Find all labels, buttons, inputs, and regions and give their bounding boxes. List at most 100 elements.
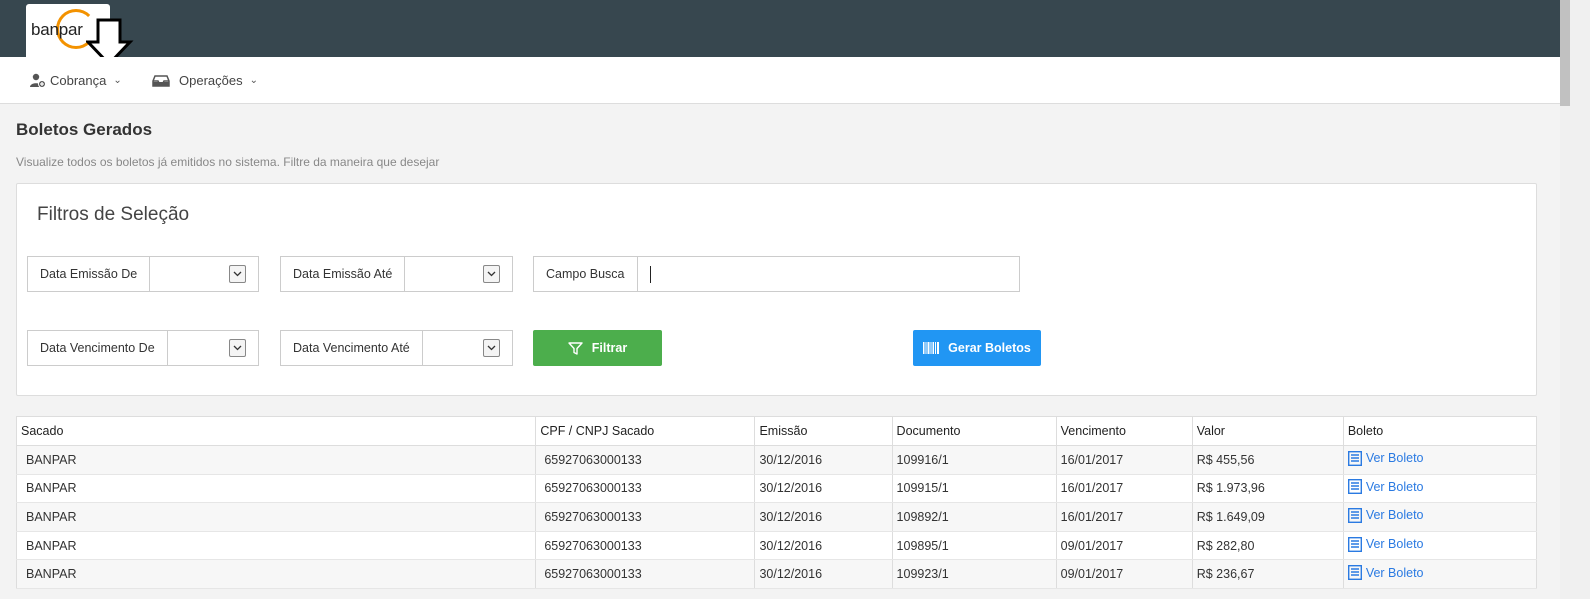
ver-boleto-label: Ver Boleto <box>1365 508 1424 523</box>
ver-boleto-link[interactable]: Ver Boleto <box>1347 565 1424 581</box>
table-row: BANPAR 65927063000133 30/12/2016 109892/… <box>16 502 1538 532</box>
chevron-down-icon[interactable] <box>483 339 500 357</box>
cpf-cell: 65927063000133 <box>535 474 756 504</box>
text-caret <box>649 266 651 283</box>
valor-cell: R$ 1.649,09 <box>1192 502 1344 532</box>
tray-icon <box>152 75 170 87</box>
emissao-cell: 30/12/2016 <box>754 445 893 475</box>
vencimento-cell: 16/01/2017 <box>1056 502 1193 532</box>
chevron-down-icon: ⌄ <box>249 75 258 86</box>
nav-item-label: Operações <box>179 73 243 88</box>
sacado-cell: BANPAR <box>16 531 537 561</box>
valor-cell: R$ 455,56 <box>1192 445 1344 475</box>
vencimento-ate-label: Data Vencimento Até <box>281 331 423 365</box>
campo-busca-label: Campo Busca <box>534 257 638 291</box>
document-icon <box>1347 565 1362 581</box>
chevron-down-icon[interactable] <box>483 265 500 283</box>
emissao-de-filter: Data Emissão De <box>27 256 259 292</box>
emissao-cell: 30/12/2016 <box>754 474 893 504</box>
document-icon <box>1347 450 1362 466</box>
gerar-boletos-label: Gerar Boletos <box>948 341 1031 355</box>
gerar-boletos-button[interactable]: Gerar Boletos <box>913 330 1041 366</box>
ver-boleto-label: Ver Boleto <box>1365 479 1424 494</box>
logo-text: banpar <box>31 20 83 39</box>
barcode-icon <box>923 342 940 354</box>
vencimento-ate-filter: Data Vencimento Até <box>280 330 513 366</box>
col-header-vencimento[interactable]: Vencimento <box>1056 416 1193 446</box>
chevron-down-icon[interactable] <box>229 265 246 283</box>
vencimento-ate-select[interactable] <box>423 331 512 365</box>
vencimento-de-label: Data Vencimento De <box>28 331 168 365</box>
cpf-cell: 65927063000133 <box>535 531 756 561</box>
col-header-emissao[interactable]: Emissão <box>754 416 893 446</box>
chevron-down-icon: ⌄ <box>113 75 122 86</box>
cpf-cell: 65927063000133 <box>535 502 756 532</box>
boleto-cell: Ver Boleto <box>1343 502 1538 532</box>
documento-cell: 109895/1 <box>892 531 1057 561</box>
table-row: BANPAR 65927063000133 30/12/2016 109915/… <box>16 474 1538 504</box>
sacado-cell: BANPAR <box>16 559 537 589</box>
ver-boleto-label: Ver Boleto <box>1365 565 1424 580</box>
top-bar <box>0 0 1560 57</box>
table-row: BANPAR 65927063000133 30/12/2016 109923/… <box>16 559 1538 589</box>
ver-boleto-label: Ver Boleto <box>1365 451 1424 466</box>
vencimento-cell: 16/01/2017 <box>1056 445 1193 475</box>
filters-title: Filtros de Seleção <box>37 204 190 225</box>
filtrar-button[interactable]: Filtrar <box>533 330 662 366</box>
sacado-cell: BANPAR <box>16 474 537 504</box>
vencimento-de-select[interactable] <box>168 331 258 365</box>
emissao-ate-label: Data Emissão Até <box>281 257 406 291</box>
ver-boleto-label: Ver Boleto <box>1365 537 1424 552</box>
sacado-cell: BANPAR <box>16 445 537 475</box>
nav-item-cobranca[interactable]: Cobrança ⌄ <box>30 73 122 88</box>
user-add-icon <box>30 73 46 88</box>
nav-item-label: Cobrança <box>50 73 107 88</box>
documento-cell: 109915/1 <box>892 474 1057 504</box>
emissao-cell: 30/12/2016 <box>754 502 893 532</box>
filtrar-label: Filtrar <box>591 341 628 355</box>
documento-cell: 109923/1 <box>892 559 1057 589</box>
page-title: Boletos Gerados <box>16 120 153 139</box>
boleto-cell: Ver Boleto <box>1343 445 1538 475</box>
nav-item-operacoes[interactable]: Operações ⌄ <box>152 73 258 88</box>
table-row: BANPAR 65927063000133 30/12/2016 109916/… <box>16 445 1538 475</box>
ver-boleto-link[interactable]: Ver Boleto <box>1347 507 1424 523</box>
emissao-de-select[interactable] <box>150 257 258 291</box>
col-header-documento[interactable]: Documento <box>892 416 1057 446</box>
page-subtitle: Visualize todos os boletos já emitidos n… <box>16 155 440 169</box>
col-header-cpf[interactable]: CPF / CNPJ Sacado <box>535 416 756 446</box>
vencimento-de-filter: Data Vencimento De <box>27 330 259 366</box>
emissao-cell: 30/12/2016 <box>754 531 893 561</box>
document-icon <box>1347 507 1362 523</box>
boletos-table: Sacado CPF / CNPJ Sacado Emissão Documen… <box>16 416 1538 589</box>
table-row: BANPAR 65927063000133 30/12/2016 109895/… <box>16 531 1538 561</box>
valor-cell: R$ 236,67 <box>1192 559 1344 589</box>
valor-cell: R$ 282,80 <box>1192 531 1344 561</box>
emissao-de-label: Data Emissão De <box>28 257 151 291</box>
boleto-cell: Ver Boleto <box>1343 474 1538 504</box>
campo-busca-filter: Campo Busca <box>533 256 1020 292</box>
emissao-cell: 30/12/2016 <box>754 559 893 589</box>
col-header-boleto[interactable]: Boleto <box>1343 416 1538 446</box>
cpf-cell: 65927063000133 <box>535 559 756 589</box>
boleto-cell: Ver Boleto <box>1343 531 1538 561</box>
col-header-valor[interactable]: Valor <box>1192 416 1344 446</box>
vencimento-cell: 16/01/2017 <box>1056 474 1193 504</box>
table-header-row: Sacado CPF / CNPJ Sacado Emissão Documen… <box>16 416 1538 446</box>
campo-busca-input[interactable] <box>638 257 1019 291</box>
col-header-sacado[interactable]: Sacado <box>16 416 537 446</box>
ver-boleto-link[interactable]: Ver Boleto <box>1347 536 1424 552</box>
valor-cell: R$ 1.973,96 <box>1192 474 1344 504</box>
ver-boleto-link[interactable]: Ver Boleto <box>1347 479 1424 495</box>
document-icon <box>1347 479 1362 495</box>
document-icon <box>1347 536 1362 552</box>
sacado-cell: BANPAR <box>16 502 537 532</box>
emissao-ate-select[interactable] <box>405 257 512 291</box>
nav-bar: Cobrança ⌄ Operações ⌄ <box>0 57 1560 104</box>
cpf-cell: 65927063000133 <box>535 445 756 475</box>
scrollbar-thumb[interactable] <box>1560 0 1570 106</box>
ver-boleto-link[interactable]: Ver Boleto <box>1347 450 1424 466</box>
chevron-down-icon[interactable] <box>229 339 246 357</box>
documento-cell: 109916/1 <box>892 445 1057 475</box>
vencimento-cell: 09/01/2017 <box>1056 559 1193 589</box>
